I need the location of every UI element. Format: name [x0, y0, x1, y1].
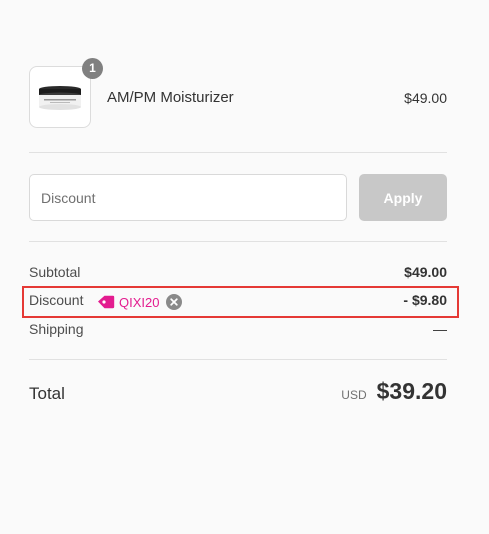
total-label: Total	[29, 384, 65, 403]
product-name: AM/PM Moisturizer	[107, 89, 234, 106]
apply-button[interactable]: Apply	[359, 174, 447, 221]
remove-discount-button[interactable]	[166, 294, 186, 310]
product-price: $49.00	[404, 90, 447, 106]
total-row: Total USD $39.20	[29, 378, 447, 410]
moisturizer-jar-image	[39, 86, 81, 110]
discount-code-input[interactable]	[29, 174, 347, 221]
divider	[29, 152, 447, 153]
quantity-badge: 1	[82, 58, 103, 79]
divider	[29, 359, 447, 360]
divider	[29, 241, 447, 242]
subtotal-label: Subtotal	[29, 264, 81, 280]
product-thumbnail: 1	[29, 58, 103, 128]
discount-label: Discount	[29, 292, 84, 308]
subtotal-row: Subtotal $49.00	[29, 264, 447, 284]
line-item: 1 AM/PM Moisturizer $49.00	[29, 58, 447, 130]
price-tag-icon	[98, 295, 115, 309]
subtotal-value: $49.00	[404, 264, 447, 280]
currency-code: USD	[341, 388, 367, 402]
total-amount: $39.20	[376, 378, 447, 404]
close-circle-icon	[166, 294, 183, 310]
discount-code-tag: QIXI20	[97, 292, 186, 312]
shipping-row: Shipping —	[29, 321, 447, 341]
shipping-value: —	[433, 321, 447, 337]
discount-value: - $9.80	[403, 292, 447, 308]
shipping-label: Shipping	[29, 321, 84, 337]
total-price: USD $39.20	[341, 378, 447, 405]
discount-row: Discount QIXI20 - $9.80	[29, 292, 447, 312]
discount-code: QIXI20	[119, 294, 160, 310]
